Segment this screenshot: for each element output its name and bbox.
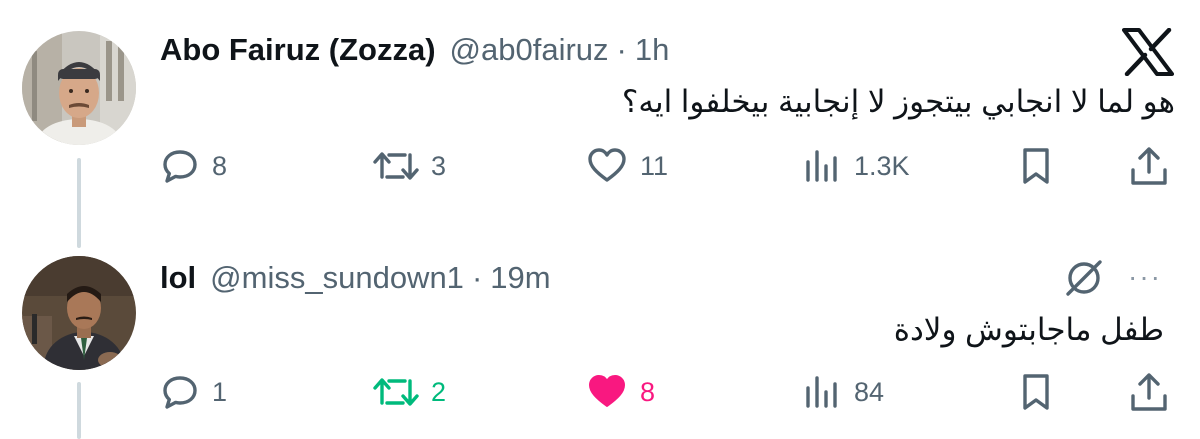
more-options-button[interactable]: ··· xyxy=(1128,263,1162,291)
x-logo-icon[interactable] xyxy=(1122,27,1174,81)
avatar[interactable] xyxy=(22,256,136,370)
avatar[interactable] xyxy=(22,31,136,145)
reply-icon xyxy=(160,372,200,412)
like-button[interactable]: 11 xyxy=(586,146,668,186)
retweet-icon xyxy=(373,372,419,412)
retweet-button[interactable]: 3 xyxy=(373,146,446,186)
author-name[interactable]: lol xyxy=(160,258,196,298)
heart-icon xyxy=(586,372,628,412)
views-button[interactable]: 84 xyxy=(802,372,884,412)
retweet-icon xyxy=(373,146,419,186)
separator-dot: · xyxy=(471,260,483,295)
retweet-button[interactable]: 2 xyxy=(373,372,446,412)
reply-count: 1 xyxy=(212,376,228,407)
share-button[interactable] xyxy=(1128,372,1170,412)
grok-icon xyxy=(1062,258,1106,298)
views-count: 1.3K xyxy=(854,150,910,181)
author-handle[interactable]: @ab0fairuz xyxy=(450,30,609,70)
author-name[interactable]: Abo Fairuz (Zozza) xyxy=(160,30,436,70)
tweet-text: هو لما لا انجابي بيتجوز لا إنجابية بيخلف… xyxy=(621,84,1175,119)
share-button[interactable] xyxy=(1128,146,1170,186)
bookmark-icon xyxy=(1016,146,1056,186)
bookmark-button[interactable] xyxy=(1016,372,1056,412)
like-button[interactable]: 8 xyxy=(586,372,655,412)
timestamp[interactable]: 1h xyxy=(635,30,669,70)
reply-icon xyxy=(160,146,200,186)
tweet-header: lol @miss_sundown1 · 19m xyxy=(160,258,551,298)
grok-button[interactable] xyxy=(1062,258,1106,298)
tweet-text: طفل ماجابتوش ولادة xyxy=(893,312,1164,347)
tweet-header: Abo Fairuz (Zozza) @ab0fairuz · 1h xyxy=(160,30,669,70)
like-count: 8 xyxy=(640,376,656,407)
bookmark-button[interactable] xyxy=(1016,146,1056,186)
views-count: 84 xyxy=(854,376,885,407)
share-icon xyxy=(1128,146,1170,186)
reply-button[interactable]: 1 xyxy=(160,372,227,412)
reply-button[interactable]: 8 xyxy=(160,146,227,186)
thread-line xyxy=(77,382,81,439)
author-handle[interactable]: @miss_sundown1 xyxy=(210,258,464,298)
bookmark-icon xyxy=(1016,372,1056,412)
views-button[interactable]: 1.3K xyxy=(802,146,910,186)
thread-line xyxy=(77,158,81,248)
separator-dot: · xyxy=(616,32,627,67)
retweet-count: 2 xyxy=(431,376,447,407)
reply-count: 8 xyxy=(212,150,228,181)
retweet-count: 3 xyxy=(431,150,447,181)
share-icon xyxy=(1128,372,1170,412)
like-count: 11 xyxy=(640,150,669,181)
analytics-icon xyxy=(802,146,842,186)
analytics-icon xyxy=(802,372,842,412)
timestamp[interactable]: 19m xyxy=(490,258,550,298)
heart-icon xyxy=(586,146,628,186)
